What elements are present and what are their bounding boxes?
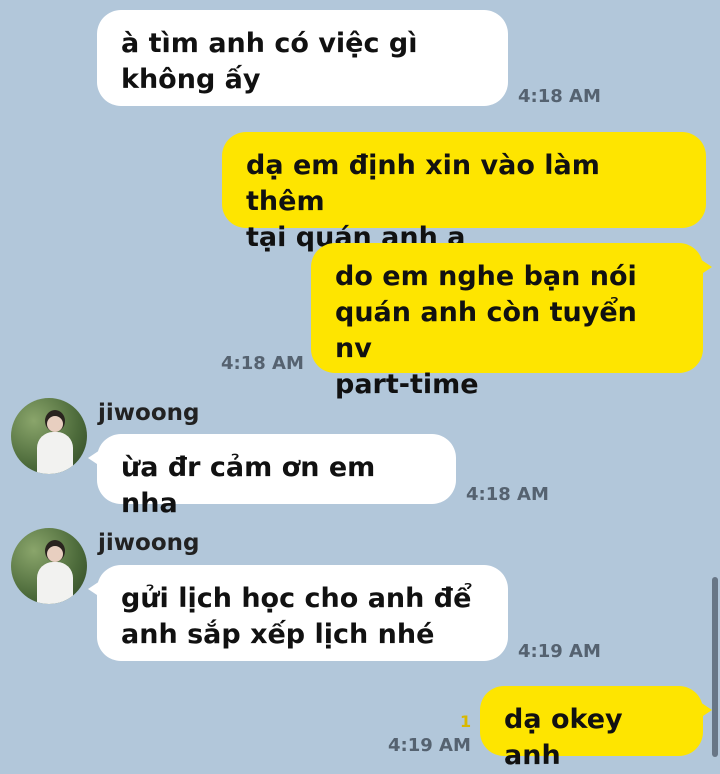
sender-name: jiwoong — [98, 400, 200, 426]
outgoing-message[interactable]: do em nghe bạn nói quán anh còn tuyển nv… — [311, 243, 712, 400]
sender-name: jiwoong — [98, 530, 200, 556]
message-time: 4:18 AM — [221, 353, 304, 374]
incoming-message[interactable]: ừa đr cảm ơn em nha — [88, 434, 456, 519]
outgoing-message[interactable]: dạ em định xin vào làm thêm tại quán anh… — [222, 132, 706, 253]
avatar-face — [47, 546, 63, 562]
scrollbar[interactable] — [712, 577, 718, 757]
avatar[interactable] — [11, 398, 87, 474]
avatar-face — [47, 416, 63, 432]
avatar-figure — [37, 562, 73, 604]
incoming-message[interactable]: gửi lịch học cho anh để anh sắp xếp lịch… — [88, 565, 508, 661]
avatar[interactable] — [11, 528, 87, 604]
unread-count: 1 — [460, 712, 472, 731]
message-time: 4:19 AM — [388, 735, 471, 756]
avatar-figure — [37, 432, 73, 474]
message-time: 4:18 AM — [518, 86, 601, 107]
message-time: 4:18 AM — [466, 484, 549, 505]
incoming-message[interactable]: à tìm anh có việc gì không ấy — [97, 10, 508, 106]
outgoing-message[interactable]: dạ okey anh — [480, 686, 712, 771]
message-time: 4:19 AM — [518, 641, 601, 662]
